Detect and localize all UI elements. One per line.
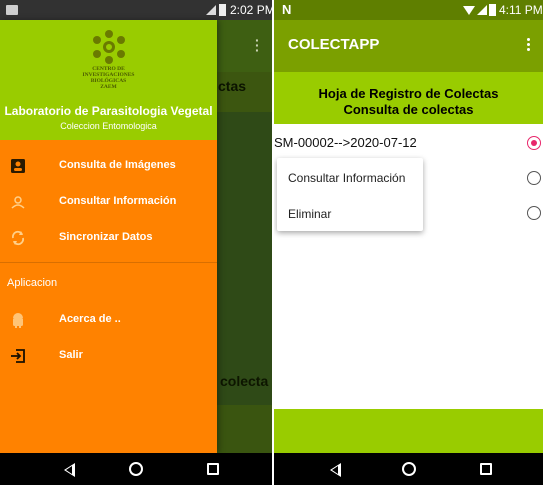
signal-icon bbox=[477, 5, 487, 15]
signal-icon bbox=[206, 5, 216, 15]
drawer-item-sincronizar-datos[interactable]: Sincronizar Datos bbox=[0, 220, 217, 256]
overflow-menu-icon[interactable] bbox=[527, 38, 531, 54]
home-icon[interactable] bbox=[402, 462, 416, 476]
app-bar: COLECTAPP bbox=[274, 20, 543, 72]
list-item[interactable]: SM-00002-->2020-07-12 bbox=[274, 128, 543, 156]
drawer-item-label: Consulta de Imágenes bbox=[59, 159, 176, 171]
radio-button[interactable] bbox=[527, 206, 541, 220]
drawer-section-title: Aplicacion bbox=[7, 277, 58, 289]
battery-icon bbox=[219, 4, 226, 16]
menu-item-consultar-informacion[interactable]: Consultar Información bbox=[288, 171, 405, 185]
drawer-item-label: Consultar Información bbox=[59, 195, 177, 207]
background-title-fragment: ctas bbox=[218, 78, 247, 94]
info-person-icon bbox=[11, 196, 25, 209]
drawer-item-salir[interactable]: Salir bbox=[0, 338, 217, 374]
drawer-divider bbox=[0, 262, 217, 263]
navigation-drawer: CENTRO DE INVESTIGACIONES BIOLÓGICAS ZAE… bbox=[0, 20, 217, 453]
recent-apps-icon[interactable] bbox=[480, 463, 492, 475]
context-menu: Consultar Información Eliminar bbox=[277, 158, 423, 231]
overflow-menu-icon: · · · bbox=[255, 32, 260, 58]
battery-icon bbox=[489, 4, 496, 16]
logo-text: CENTRO DE INVESTIGACIONES BIOLÓGICAS ZAE… bbox=[82, 66, 135, 90]
back-icon[interactable] bbox=[64, 463, 75, 477]
drawer-header: CENTRO DE INVESTIGACIONES BIOLÓGICAS ZAE… bbox=[0, 20, 217, 140]
page-banner: Hoja de Registro de Colectas Consulta de… bbox=[274, 72, 543, 124]
image-notification-icon bbox=[6, 5, 18, 15]
person-card-icon bbox=[11, 159, 25, 173]
android-icon bbox=[13, 313, 23, 328]
drawer-item-consultar-informacion[interactable]: Consultar Información bbox=[0, 184, 217, 220]
notification-icon: N bbox=[282, 2, 292, 17]
status-bar: N 4:11 PM bbox=[274, 0, 543, 20]
drawer-title: Laboratorio de Parasitologia Vegetal bbox=[4, 104, 213, 118]
navigation-bar bbox=[274, 453, 543, 485]
list-item-text: SM-00002-->2020-07-12 bbox=[274, 135, 417, 150]
drawer-item-consulta-imagenes[interactable]: Consulta de Imágenes bbox=[0, 148, 217, 184]
app-title: COLECTAPP bbox=[288, 36, 380, 53]
exit-icon bbox=[11, 349, 25, 363]
drawer-item-acerca-de[interactable]: Acerca de .. bbox=[0, 302, 217, 338]
home-icon[interactable] bbox=[129, 462, 143, 476]
recent-apps-icon[interactable] bbox=[207, 463, 219, 475]
status-time: 2:02 PM bbox=[230, 3, 272, 17]
navigation-bar bbox=[0, 453, 272, 485]
radio-button-selected[interactable] bbox=[527, 136, 541, 150]
wifi-icon bbox=[463, 6, 475, 15]
status-bar: 2:02 PM bbox=[0, 0, 272, 20]
radio-button[interactable] bbox=[527, 171, 541, 185]
page-title: Hoja de Registro de Colectas bbox=[318, 86, 499, 101]
page-subtitle: Consulta de colectas bbox=[343, 102, 474, 117]
footer-bar bbox=[274, 409, 543, 453]
background-row-fragment: colecta bbox=[220, 373, 269, 389]
drawer-subtitle: Coleccion Entomologica bbox=[60, 121, 157, 131]
right-phone-screen: N 4:11 PM COLECTAPP Hoja de Registro de … bbox=[274, 0, 543, 485]
left-phone-screen: 2:02 PM · · · ctas colecta CENTRO DE INV… bbox=[0, 0, 272, 485]
sync-icon bbox=[11, 230, 25, 246]
institution-logo-icon bbox=[93, 30, 125, 64]
menu-item-eliminar[interactable]: Eliminar bbox=[288, 207, 331, 221]
drawer-item-label: Salir bbox=[59, 349, 83, 361]
drawer-item-label: Sincronizar Datos bbox=[59, 231, 153, 243]
drawer-item-label: Acerca de .. bbox=[59, 313, 121, 325]
status-time: 4:11 PM bbox=[499, 3, 543, 17]
back-icon[interactable] bbox=[330, 463, 341, 477]
